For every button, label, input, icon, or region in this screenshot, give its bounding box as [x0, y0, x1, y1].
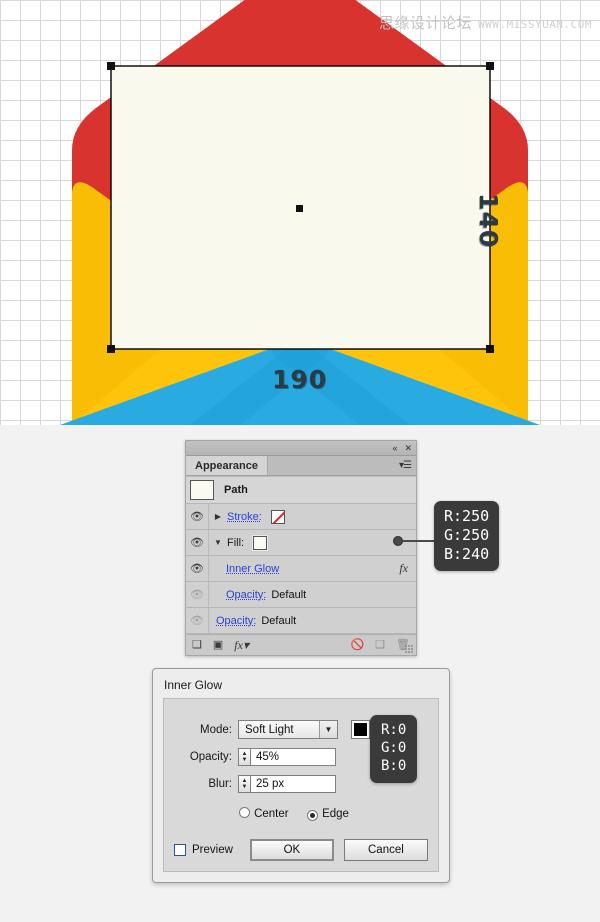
- blend-mode-select[interactable]: Soft Light ▼: [238, 720, 338, 739]
- fill-swatch[interactable]: [252, 534, 269, 551]
- dialog-actions: Preview OK Cancel: [164, 839, 438, 861]
- pointer-knob: [393, 536, 403, 546]
- triangle-right-icon: ▶: [214, 512, 222, 521]
- appearance-footer: ❑ ▣ fx▾ 🚫 ❏ 🗑: [186, 634, 416, 655]
- fill-rgb-b: B:240: [444, 545, 490, 564]
- glow-origin-radio-group: Center Edge: [164, 804, 438, 822]
- fx-menu-icon[interactable]: fx▾: [234, 639, 249, 651]
- path-label: Path: [224, 484, 248, 496]
- stroke-label[interactable]: Stroke:: [227, 511, 262, 523]
- eye-icon: 👁: [190, 615, 204, 627]
- panel-menu-icon[interactable]: ▾☰: [399, 460, 412, 471]
- radio-edge-label[interactable]: Edge: [322, 808, 349, 820]
- anchor-center-point: [296, 205, 303, 212]
- glow-rgb-g: G:0: [381, 739, 407, 756]
- visibility-toggle-stroke[interactable]: 👁: [186, 504, 209, 529]
- appearance-row-path[interactable]: Path: [186, 477, 416, 504]
- appearance-row-fill[interactable]: 👁 ▼ Fill:: [186, 530, 416, 556]
- mode-label: Mode:: [200, 723, 232, 736]
- inner-glow-label[interactable]: Inner Glow: [226, 563, 279, 575]
- opacity-label[interactable]: Opacity:: [226, 589, 266, 601]
- clear-appearance-icon[interactable]: 🚫: [350, 639, 364, 651]
- dimension-label-width: 190: [272, 365, 328, 394]
- opacity-label: Opacity:: [189, 751, 232, 763]
- eye-icon: 👁: [190, 537, 204, 549]
- add-new-fill-icon[interactable]: ❑: [192, 639, 202, 651]
- anchor-top-left: [107, 62, 115, 70]
- glow-color-chip: [354, 723, 367, 736]
- glow-rgb-callout: R:0 G:0 B:0: [370, 715, 418, 783]
- panel-titlebar: « ✕: [186, 441, 416, 456]
- panel-tab-filler: ▾☰: [268, 456, 416, 475]
- add-new-stroke-icon[interactable]: ▣: [213, 639, 223, 651]
- fill-rgb-g: G:250: [444, 526, 490, 545]
- eye-icon: 👁: [190, 589, 204, 601]
- glow-rgb-r: R:0: [381, 722, 407, 738]
- watermark-url: WWW.MISSYUAN.COM: [478, 18, 592, 31]
- dialog-title: Inner Glow: [164, 678, 223, 692]
- glow-color-swatch[interactable]: [351, 720, 370, 739]
- opacity-value: Default: [261, 614, 297, 627]
- fill-label[interactable]: Fill:: [227, 537, 244, 549]
- eye-icon: 👁: [190, 511, 204, 523]
- radio-center-label[interactable]: Center: [254, 808, 289, 820]
- appearance-list: Path 👁 ▶ Stroke: 👁 ▼ Fill: 👁 Inner Glow …: [186, 476, 416, 634]
- triangle-down-icon: ▼: [214, 538, 222, 547]
- opacity-value: Default: [271, 588, 307, 601]
- visibility-toggle-opacity-object[interactable]: 👁: [186, 608, 209, 633]
- appearance-row-inner-glow[interactable]: 👁 Inner Glow fx: [186, 556, 416, 582]
- visibility-toggle-inner-glow[interactable]: 👁: [186, 556, 209, 581]
- blur-input[interactable]: 25 px: [251, 775, 336, 793]
- appearance-row-stroke[interactable]: 👁 ▶ Stroke:: [186, 504, 416, 530]
- disclosure-stroke[interactable]: ▶: [209, 512, 227, 521]
- appearance-row-opacity-object[interactable]: 👁 Opacity: Default: [186, 608, 416, 634]
- opacity-input[interactable]: 45%: [251, 748, 336, 766]
- opacity-stepper[interactable]: ▲ ▼: [238, 748, 251, 766]
- anchor-top-right: [486, 62, 494, 70]
- radio-edge[interactable]: [307, 810, 319, 821]
- opacity-label[interactable]: Opacity:: [216, 615, 256, 627]
- preview-label: Preview: [192, 844, 233, 856]
- stepper-down-icon: ▼: [241, 757, 248, 763]
- envelope-artwork: [60, 0, 540, 425]
- appearance-panel: « ✕ Appearance ▾☰ Path 👁 ▶ Stroke: 👁 ▼ F…: [185, 440, 417, 656]
- close-icon[interactable]: ✕: [404, 443, 412, 453]
- blur-label: Blur:: [208, 778, 232, 790]
- watermark-chinese: 思缘设计论坛: [379, 14, 473, 32]
- appearance-row-opacity-fill[interactable]: 👁 Opacity: Default: [186, 582, 416, 608]
- cancel-button[interactable]: Cancel: [343, 839, 428, 861]
- fx-icon[interactable]: fx: [399, 561, 408, 576]
- blend-mode-value: Soft Light: [245, 723, 294, 736]
- resize-grip[interactable]: [405, 645, 414, 654]
- stroke-swatch-none[interactable]: [270, 509, 285, 524]
- fill-rgb-r: R:250: [444, 507, 490, 525]
- glow-rgb-b: B:0: [381, 757, 407, 774]
- visibility-toggle-opacity-fill[interactable]: 👁: [186, 582, 209, 607]
- preview-checkbox-group[interactable]: Preview: [174, 844, 233, 856]
- dimension-label-height: 140: [474, 193, 503, 249]
- anchor-bottom-right: [486, 345, 494, 353]
- anchor-bottom-left: [107, 345, 115, 353]
- illustration-canvas: 190 140 思缘设计论坛 WWW.MISSYUAN.COM: [0, 0, 600, 425]
- path-thumbnail: [190, 480, 214, 500]
- radio-center[interactable]: [239, 807, 251, 818]
- eye-icon: 👁: [190, 563, 204, 575]
- blur-stepper[interactable]: ▲ ▼: [238, 775, 251, 793]
- disclosure-fill[interactable]: ▼: [209, 538, 227, 547]
- stepper-down-icon: ▼: [241, 784, 248, 790]
- fill-rgb-callout: R:250 G:250 B:240: [434, 501, 500, 571]
- tab-appearance[interactable]: Appearance: [186, 456, 268, 475]
- duplicate-item-icon[interactable]: ❏: [375, 639, 385, 651]
- watermark: 思缘设计论坛 WWW.MISSYUAN.COM: [379, 12, 592, 33]
- visibility-toggle-fill[interactable]: 👁: [186, 530, 209, 555]
- ok-button[interactable]: OK: [249, 839, 334, 861]
- collapse-icon[interactable]: «: [392, 443, 397, 453]
- chevron-down-icon: ▼: [319, 721, 337, 738]
- panel-tab-row: Appearance ▾☰: [186, 456, 416, 476]
- preview-checkbox[interactable]: [174, 844, 186, 856]
